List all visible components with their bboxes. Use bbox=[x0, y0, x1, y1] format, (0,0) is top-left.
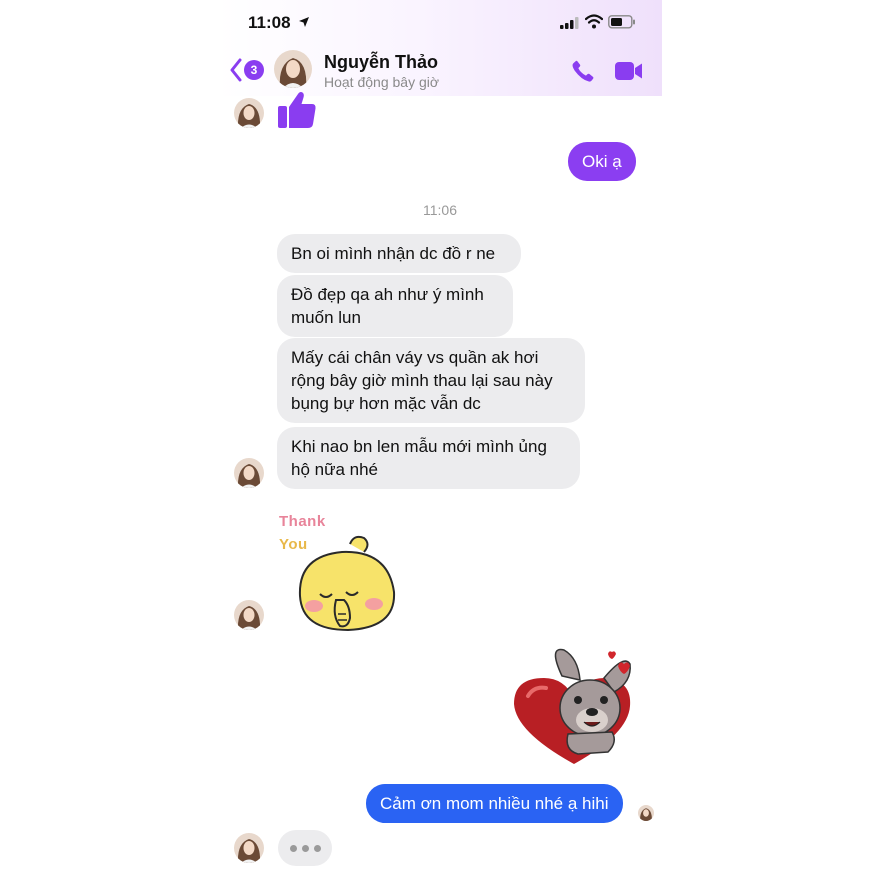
contact-avatar-small bbox=[234, 98, 264, 128]
wifi-icon bbox=[585, 14, 603, 29]
phone-icon[interactable] bbox=[570, 58, 596, 84]
status-time: 11:08 bbox=[248, 13, 291, 32]
received-message[interactable]: Đồ đẹp qa ah như ý mình muốn lun bbox=[277, 275, 513, 337]
contact-avatar[interactable] bbox=[274, 50, 312, 88]
thumbs-up-icon bbox=[278, 92, 316, 128]
received-message[interactable]: Mấy cái chân váy vs quần ak hơi rộng bây… bbox=[277, 338, 585, 423]
contact-name[interactable]: Nguyễn Thảo bbox=[324, 52, 438, 73]
back-chevron-icon bbox=[230, 58, 242, 82]
typing-dot bbox=[289, 844, 297, 852]
location-arrow-icon bbox=[299, 17, 309, 27]
sent-message[interactable]: Cảm ơn mom nhiều nhé ạ hihi bbox=[366, 784, 623, 823]
battery-icon bbox=[608, 15, 635, 29]
chick-sticker-icon bbox=[298, 535, 396, 632]
typing-dot bbox=[301, 844, 309, 852]
video-icon[interactable] bbox=[614, 60, 644, 82]
sent-message[interactable]: Oki ạ bbox=[568, 142, 636, 181]
received-message[interactable]: Khi nao bn len mẫu mới mình ủng hộ nữa n… bbox=[277, 427, 580, 489]
contact-avatar-small bbox=[234, 833, 264, 863]
back-button[interactable]: 3 bbox=[230, 58, 270, 84]
active-status: Hoạt động bây giờ bbox=[324, 74, 440, 90]
messenger-screen: 11:08 3 Nguyễn Thảo Hoạt động bây giờ Ok… bbox=[218, 0, 662, 878]
typing-dot bbox=[313, 844, 321, 852]
typing-indicator bbox=[278, 830, 332, 866]
message-timestamp: 11:06 bbox=[423, 202, 457, 218]
signal-icon bbox=[560, 17, 579, 29]
conversation-header: 11:08 3 Nguyễn Thảo Hoạt động bây giờ bbox=[218, 0, 662, 96]
read-receipt-avatar bbox=[638, 805, 654, 821]
dog-heart-sticker[interactable] bbox=[508, 646, 638, 770]
thank-you-sticker[interactable]: Thank You bbox=[276, 510, 406, 635]
received-message[interactable]: Bn oi mình nhận dc đồ r ne bbox=[277, 234, 521, 273]
sticker-text-thank: Thank bbox=[279, 513, 326, 530]
contact-avatar-small bbox=[234, 600, 264, 630]
contact-avatar-small bbox=[234, 458, 264, 488]
unread-badge: 3 bbox=[244, 60, 264, 80]
